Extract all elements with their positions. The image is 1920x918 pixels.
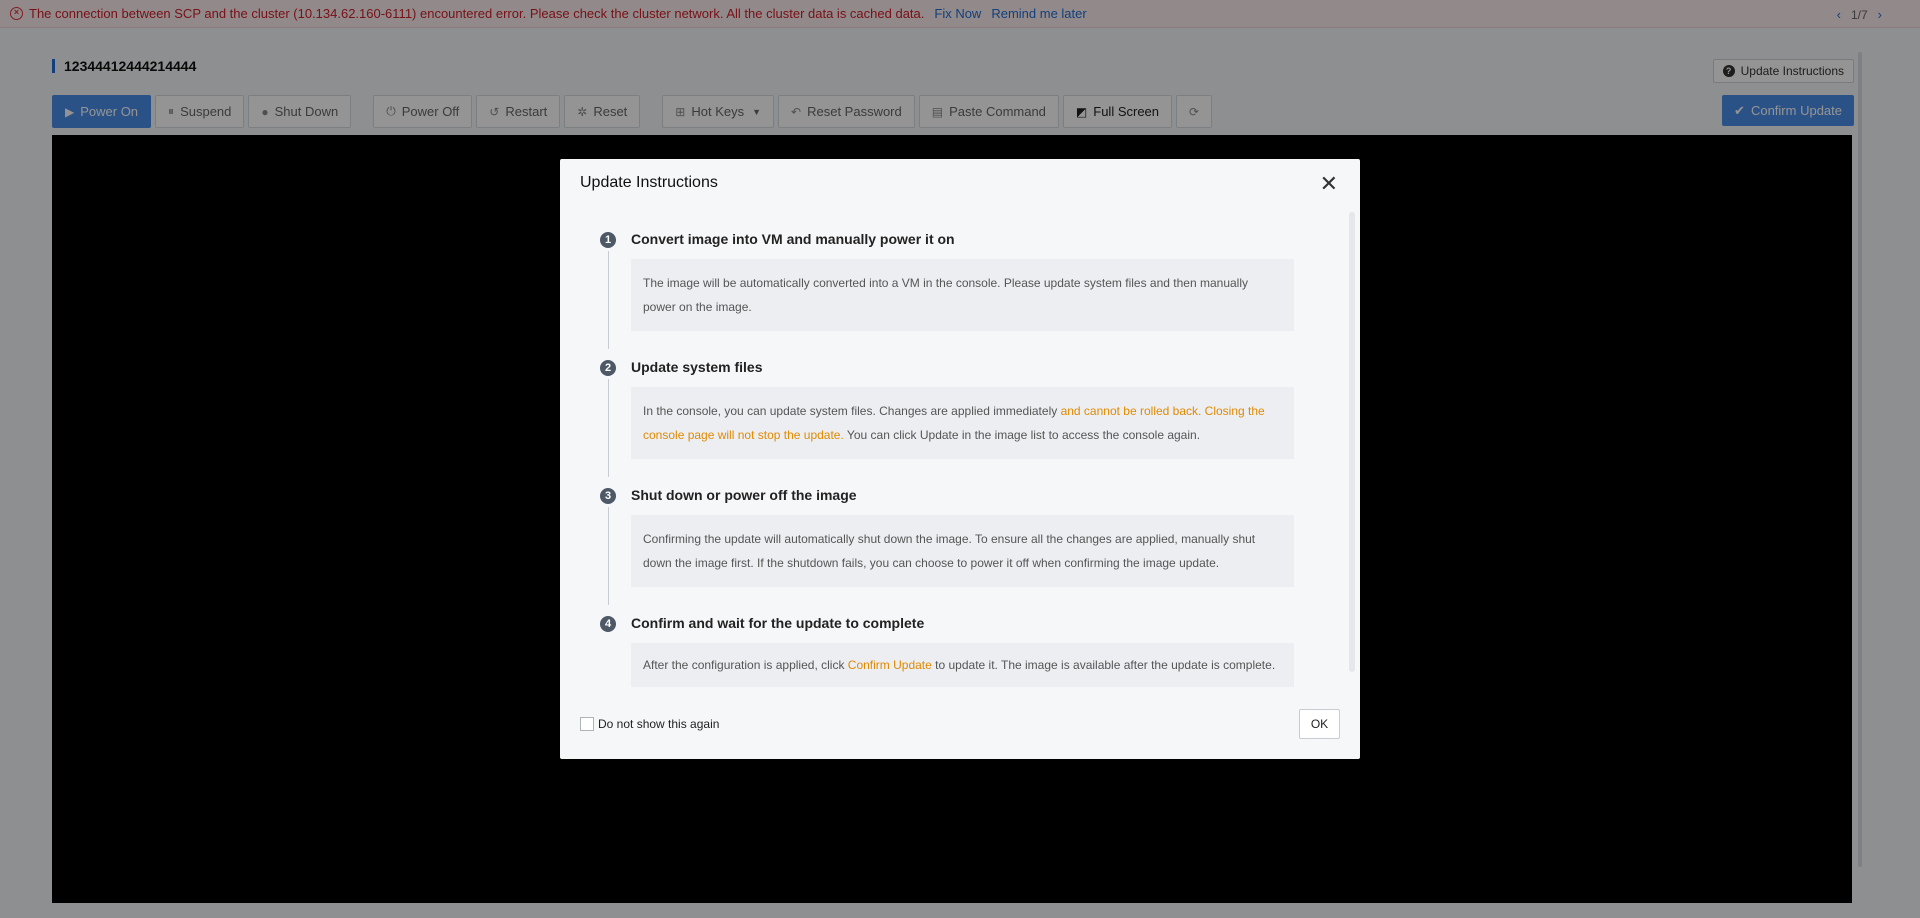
dialog-body: 1 Convert image into VM and manually pow…: [560, 211, 1360, 689]
step-title: Shut down or power off the image: [631, 487, 857, 503]
step-number: 2: [600, 360, 616, 376]
step-description: In the console, you can update system fi…: [631, 387, 1294, 459]
step-description: Confirming the update will automatically…: [631, 515, 1294, 587]
step-connector: [608, 507, 609, 605]
step-text: In the console, you can update system fi…: [643, 404, 1061, 418]
step-description: The image will be automatically converte…: [631, 259, 1294, 331]
step-text: You can click Update in the image list t…: [843, 428, 1201, 442]
do-not-show-label[interactable]: Do not show this again: [598, 717, 719, 731]
dialog-footer: Do not show this again OK: [560, 697, 1360, 747]
step-number: 4: [600, 616, 616, 632]
step-number: 3: [600, 488, 616, 504]
close-icon[interactable]: ✕: [1320, 173, 1338, 195]
step-connector: [608, 251, 609, 349]
step-text: to update it. The image is available aft…: [931, 658, 1276, 672]
step-connector: [608, 379, 609, 477]
ok-button[interactable]: OK: [1299, 709, 1340, 739]
step-title: Update system files: [631, 359, 763, 375]
confirm-update-reference: Confirm Update: [847, 658, 932, 672]
step-title: Convert image into VM and manually power…: [631, 231, 955, 247]
do-not-show-checkbox[interactable]: [580, 717, 594, 731]
step-number: 1: [600, 232, 616, 248]
dialog-title: Update Instructions: [580, 174, 718, 191]
dialog-scrollbar[interactable]: [1349, 212, 1355, 672]
update-instructions-dialog: Update Instructions ✕ 1 Convert image in…: [560, 159, 1360, 759]
step-title: Confirm and wait for the update to compl…: [631, 615, 925, 631]
step-description: After the configuration is applied, clic…: [631, 643, 1294, 687]
step-text: After the configuration is applied, clic…: [643, 658, 848, 672]
